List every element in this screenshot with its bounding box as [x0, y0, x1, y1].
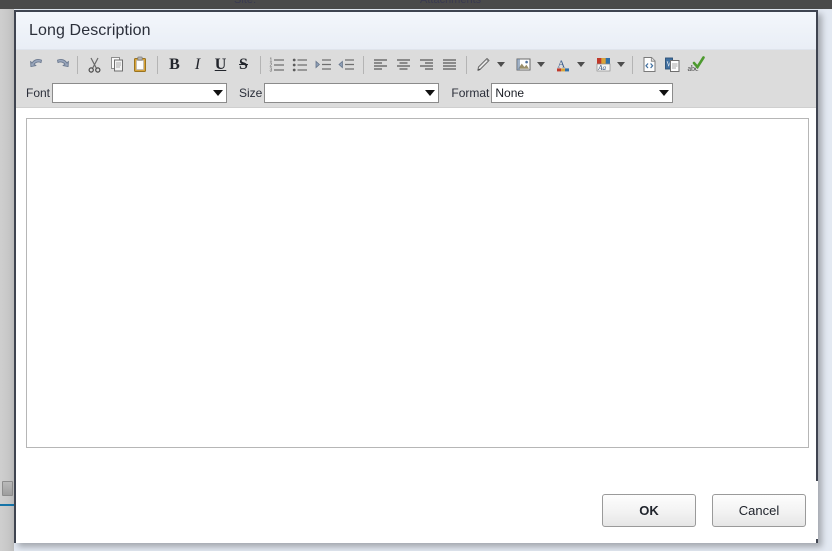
format-field-group: Format None [451, 83, 674, 103]
background-color-icon[interactable]: Aa [592, 53, 615, 76]
long-description-dialog: Long Description B I U S 1 2 3 A Aa W ab… [14, 10, 818, 543]
size-label: Size [239, 86, 263, 100]
ok-button[interactable]: OK [602, 493, 696, 527]
toolbar-row-primary: B I U S 1 2 3 A Aa W abc [16, 50, 816, 79]
toolbar-separator [77, 55, 78, 74]
insert-image-icon[interactable] [512, 53, 535, 76]
highlighter-dropdown-arrow[interactable] [495, 53, 507, 76]
toolbar-separator [157, 55, 158, 74]
italic-icon[interactable]: I [186, 53, 209, 76]
background-field-labels: Site: Attachments [0, 0, 832, 8]
background-color-dropdown-arrow[interactable] [615, 53, 627, 76]
editor-content-text[interactable] [27, 119, 808, 125]
rich-text-editor: B I U S 1 2 3 A Aa W abc Font Size Forma… [16, 50, 816, 543]
chevron-down-icon [656, 90, 672, 96]
highlighter-icon[interactable] [472, 53, 495, 76]
dialog-titlebar: Long Description [16, 12, 816, 50]
view-source-icon[interactable] [638, 53, 661, 76]
size-select[interactable] [264, 83, 440, 103]
redo-icon[interactable] [49, 53, 72, 76]
format-select[interactable]: None [491, 83, 674, 103]
paste-icon[interactable] [129, 53, 152, 76]
dialog-footer: OK Cancel [18, 481, 818, 539]
editor-content-area[interactable] [26, 118, 809, 448]
insert-image-dropdown-arrow[interactable] [535, 53, 547, 76]
toolbar-separator [363, 55, 364, 74]
rail-handle[interactable] [2, 481, 13, 496]
strikethrough-icon[interactable]: S [232, 53, 255, 76]
toolbar-separator [466, 55, 467, 74]
paste-from-word-icon[interactable]: W [661, 53, 684, 76]
copy-icon[interactable] [106, 53, 129, 76]
indent-icon[interactable] [312, 53, 335, 76]
toolbar-row-fields: Font Size Format None [16, 79, 816, 107]
background-label-attachments: Attachments [420, 0, 482, 6]
chevron-down-icon [210, 90, 226, 96]
align-justify-icon[interactable] [438, 53, 461, 76]
font-color-dropdown-arrow[interactable] [575, 53, 587, 76]
svg-text:3: 3 [270, 67, 273, 73]
bulleted-list-icon[interactable] [289, 53, 312, 76]
toolbar-separator [260, 55, 261, 74]
format-label: Format [451, 86, 490, 100]
svg-text:Aa: Aa [597, 64, 606, 72]
undo-icon[interactable] [26, 53, 49, 76]
font-field-group: Font [26, 83, 228, 103]
cancel-button[interactable]: Cancel [712, 493, 806, 527]
align-center-icon[interactable] [392, 53, 415, 76]
background-label-site: Site: [234, 0, 257, 6]
page-title: Long Description [29, 21, 151, 39]
bold-icon[interactable]: B [163, 53, 186, 76]
align-left-icon[interactable] [369, 53, 392, 76]
font-label: Font [26, 86, 51, 100]
cut-icon[interactable] [83, 53, 106, 76]
background-left-rail [0, 9, 14, 551]
numbered-list-icon[interactable]: 1 2 3 [266, 53, 289, 76]
editor-toolbar: B I U S 1 2 3 A Aa W abc Font Size Forma… [16, 50, 816, 108]
font-select[interactable] [52, 83, 228, 103]
align-right-icon[interactable] [415, 53, 438, 76]
outdent-icon[interactable] [335, 53, 358, 76]
size-field-group: Size [239, 83, 440, 103]
format-select-value: None [495, 86, 525, 100]
chevron-down-icon [422, 90, 438, 96]
underline-icon[interactable]: U [209, 53, 232, 76]
spellcheck-icon[interactable]: abc [684, 53, 707, 76]
font-color-icon[interactable]: A [552, 53, 575, 76]
toolbar-separator [632, 55, 633, 74]
